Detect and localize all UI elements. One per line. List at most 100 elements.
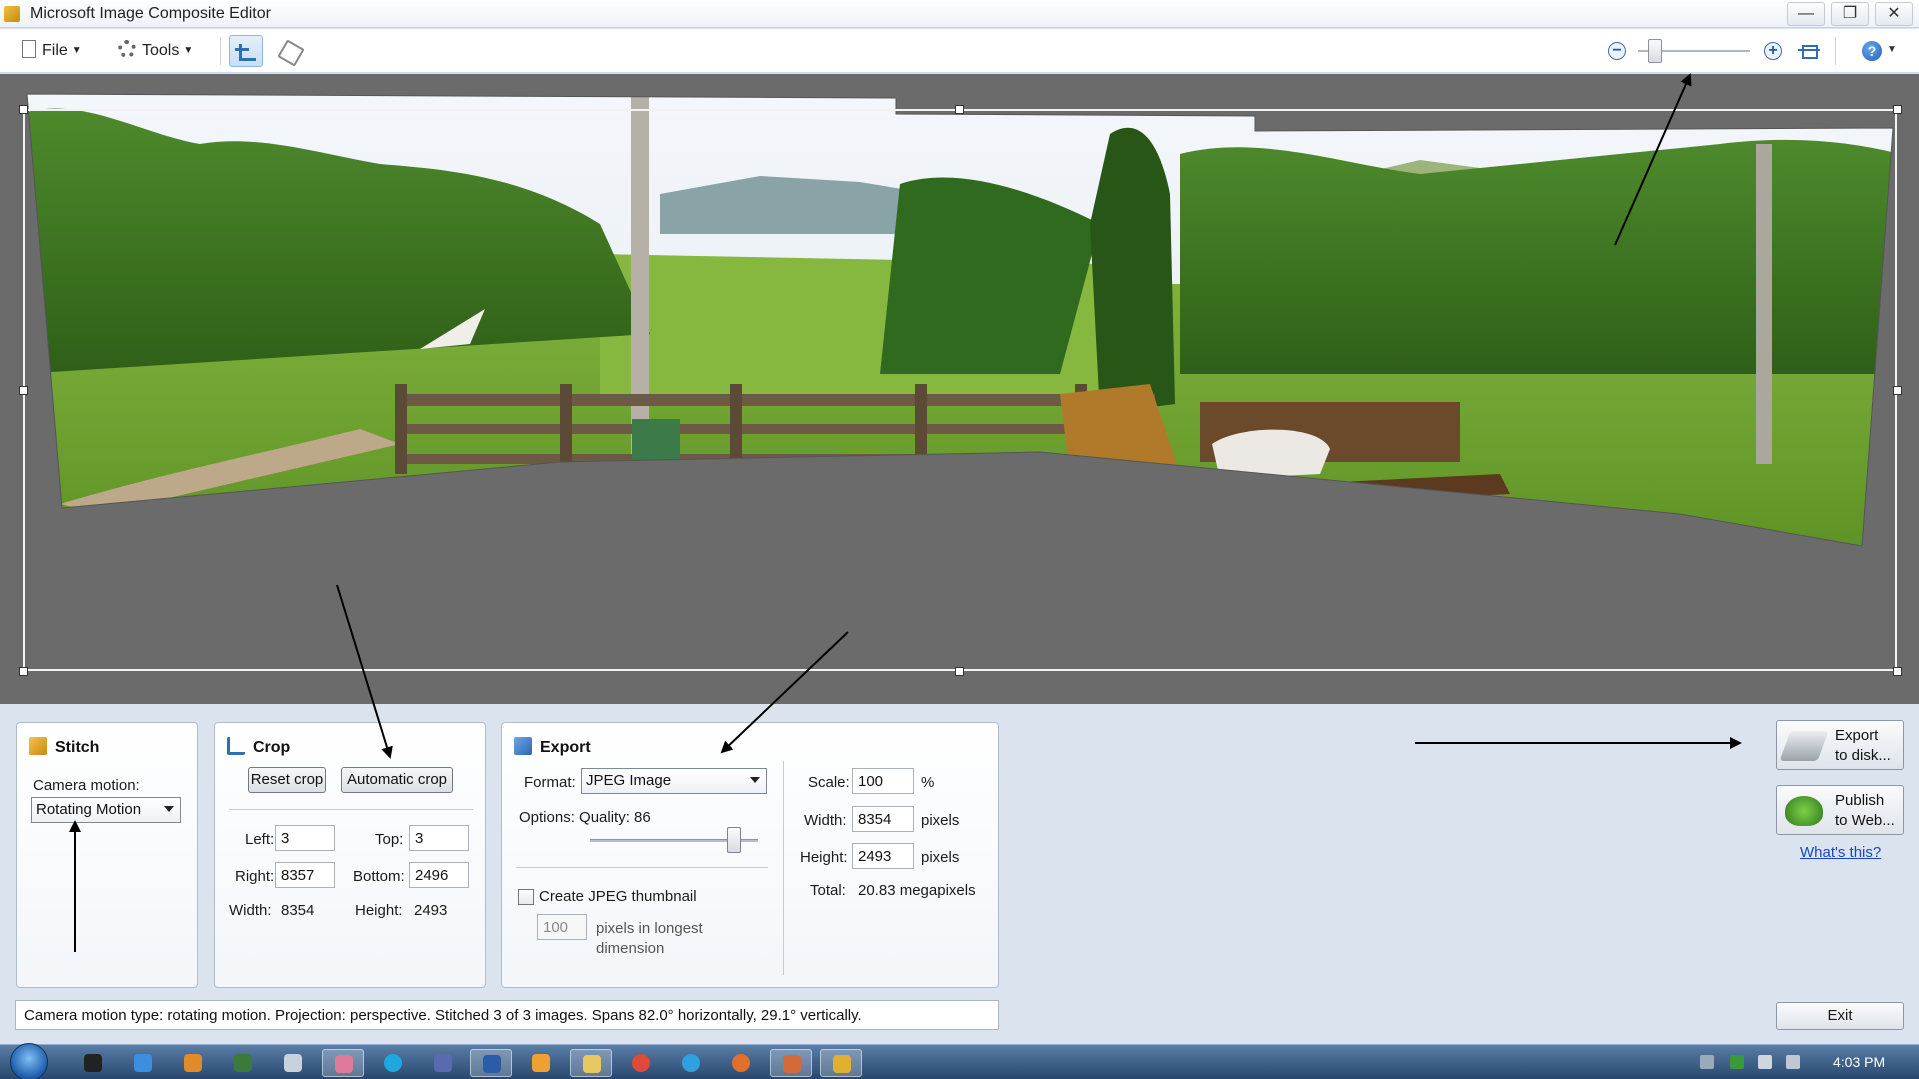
tools-menu[interactable]: Tools ▼ (118, 40, 193, 60)
export-height-input[interactable]: 2493 (852, 843, 914, 869)
taskbar-app[interactable] (520, 1049, 562, 1077)
format-value: JPEG Image (586, 772, 672, 789)
taskbar-app[interactable] (820, 1049, 862, 1077)
publish-to-web-label-1: Publish (1835, 792, 1885, 809)
export-width-label: Width: (804, 812, 847, 829)
jpeg-thumbnail-checkbox[interactable] (518, 889, 534, 905)
crop-handle-bottom-right[interactable] (1893, 667, 1902, 676)
3d-view-button[interactable] (272, 35, 306, 67)
taskbar-app[interactable] (222, 1049, 264, 1077)
tray-network-icon[interactable] (1730, 1055, 1744, 1069)
file-menu-label: File (42, 42, 68, 59)
total-value: 20.83 megapixels (858, 882, 976, 899)
wifi-icon[interactable] (1786, 1055, 1800, 1069)
crop-left-label: Left: (245, 831, 275, 848)
scale-unit: % (921, 774, 935, 791)
divider (783, 761, 784, 975)
crop-title: Crop (227, 737, 290, 757)
stitch-title: Stitch (29, 737, 99, 757)
stitch-title-label: Stitch (55, 739, 100, 756)
crop-frame[interactable] (23, 109, 1897, 671)
thumbnail-size-input[interactable]: 100 (537, 914, 587, 940)
file-menu[interactable]: File ▼ (22, 40, 82, 60)
taskbar-app[interactable] (322, 1049, 364, 1077)
close-button[interactable]: ✕ (1875, 2, 1913, 26)
divider (516, 867, 768, 868)
crop-width-value: 8354 (281, 902, 315, 919)
reset-crop-button[interactable]: Reset crop (248, 767, 326, 793)
crop-right-input[interactable]: 8357 (275, 862, 335, 888)
status-bar: Camera motion type: rotating motion. Pro… (15, 1000, 999, 1030)
publish-to-web-label-2: to Web... (1835, 812, 1895, 829)
export-to-disk-button[interactable]: Export to disk... (1776, 720, 1904, 770)
taskbar-app[interactable] (570, 1049, 612, 1077)
taskbar-app[interactable] (172, 1049, 214, 1077)
quality-label: Options: Quality: 86 (519, 809, 651, 826)
taskbar-app[interactable] (670, 1049, 712, 1077)
camera-motion-select[interactable]: Rotating Motion (31, 797, 181, 823)
taskbar-app[interactable] (422, 1049, 464, 1077)
zoom-slider-thumb[interactable] (1648, 39, 1663, 63)
crop-handle-top[interactable] (955, 105, 964, 114)
crop-bottom-input[interactable]: 2496 (409, 862, 469, 888)
export-panel: Export Format: JPEG Image Options: Quali… (501, 722, 999, 988)
tray-arrow-icon[interactable] (1700, 1055, 1714, 1069)
crop-handle-top-left[interactable] (19, 105, 28, 114)
crop-height-value: 2493 (414, 902, 448, 919)
taskbar-app[interactable] (720, 1049, 762, 1077)
stitch-panel: Stitch Camera motion: Rotating Motion (16, 722, 198, 988)
taskbar-app[interactable] (72, 1049, 114, 1077)
crop-tool-button[interactable] (229, 35, 263, 67)
crop-handle-left[interactable] (19, 386, 28, 395)
crop-icon (227, 737, 245, 755)
canvas[interactable] (0, 74, 1919, 704)
automatic-crop-button[interactable]: Automatic crop (341, 767, 453, 793)
minimize-button[interactable]: — (1787, 2, 1825, 26)
export-title: Export (514, 737, 591, 757)
fit-to-window-icon[interactable] (1798, 41, 1820, 61)
crop-handle-bottom[interactable] (955, 667, 964, 676)
jpeg-thumbnail-label: Create JPEG thumbnail (539, 888, 697, 905)
crop-right-label: Right: (235, 868, 275, 885)
scale-input[interactable]: 100 (852, 768, 914, 794)
taskbar-app[interactable] (770, 1049, 812, 1077)
taskbar-app[interactable] (372, 1049, 414, 1077)
taskbar-app[interactable] (272, 1049, 314, 1077)
crop-handle-top-right[interactable] (1893, 105, 1902, 114)
total-label: Total: (810, 882, 846, 899)
export-width-input[interactable]: 8354 (852, 806, 914, 832)
format-select[interactable]: JPEG Image (581, 768, 767, 794)
zoom-in-button[interactable]: + (1764, 42, 1782, 60)
publish-to-web-button[interactable]: Publish to Web... (1776, 785, 1904, 835)
export-title-label: Export (540, 739, 591, 756)
volume-icon[interactable] (1758, 1055, 1772, 1069)
crop-handle-bottom-left[interactable] (19, 667, 28, 676)
tools-menu-label: Tools (142, 42, 180, 59)
whats-this-link[interactable]: What's this? (1800, 844, 1881, 861)
toolbar-separator (1835, 37, 1836, 65)
crop-top-input[interactable]: 3 (409, 825, 469, 851)
export-icon (514, 737, 532, 755)
thumbnail-unit-line1: pixels in longest (596, 920, 703, 937)
crop-handle-right[interactable] (1893, 386, 1902, 395)
title-bar: Microsoft Image Composite Editor — ❐ ✕ (0, 0, 1919, 28)
toolbar: File ▼ Tools ▼ − + ? ▼ (0, 29, 1919, 73)
help-icon[interactable]: ? (1862, 41, 1882, 61)
taskbar-app[interactable] (620, 1049, 662, 1077)
crop-left-input[interactable]: 3 (275, 825, 335, 851)
camera-motion-label: Camera motion: (33, 777, 140, 794)
zoom-out-button[interactable]: − (1608, 42, 1626, 60)
gear-icon (118, 40, 136, 58)
taskbar-app[interactable] (122, 1049, 164, 1077)
quality-slider-thumb[interactable] (727, 827, 742, 853)
start-button[interactable] (10, 1043, 48, 1079)
stitch-icon (29, 737, 47, 755)
chevron-down-icon[interactable]: ▼ (1887, 44, 1897, 55)
clock[interactable]: 4:03 PM (1833, 1054, 1885, 1070)
exit-button[interactable]: Exit (1776, 1002, 1904, 1030)
window-title: Microsoft Image Composite Editor (30, 5, 271, 22)
maximize-button[interactable]: ❐ (1831, 2, 1869, 26)
thumbnail-unit-line2: dimension (596, 940, 665, 957)
document-icon (22, 40, 36, 58)
taskbar-app[interactable] (470, 1049, 512, 1077)
